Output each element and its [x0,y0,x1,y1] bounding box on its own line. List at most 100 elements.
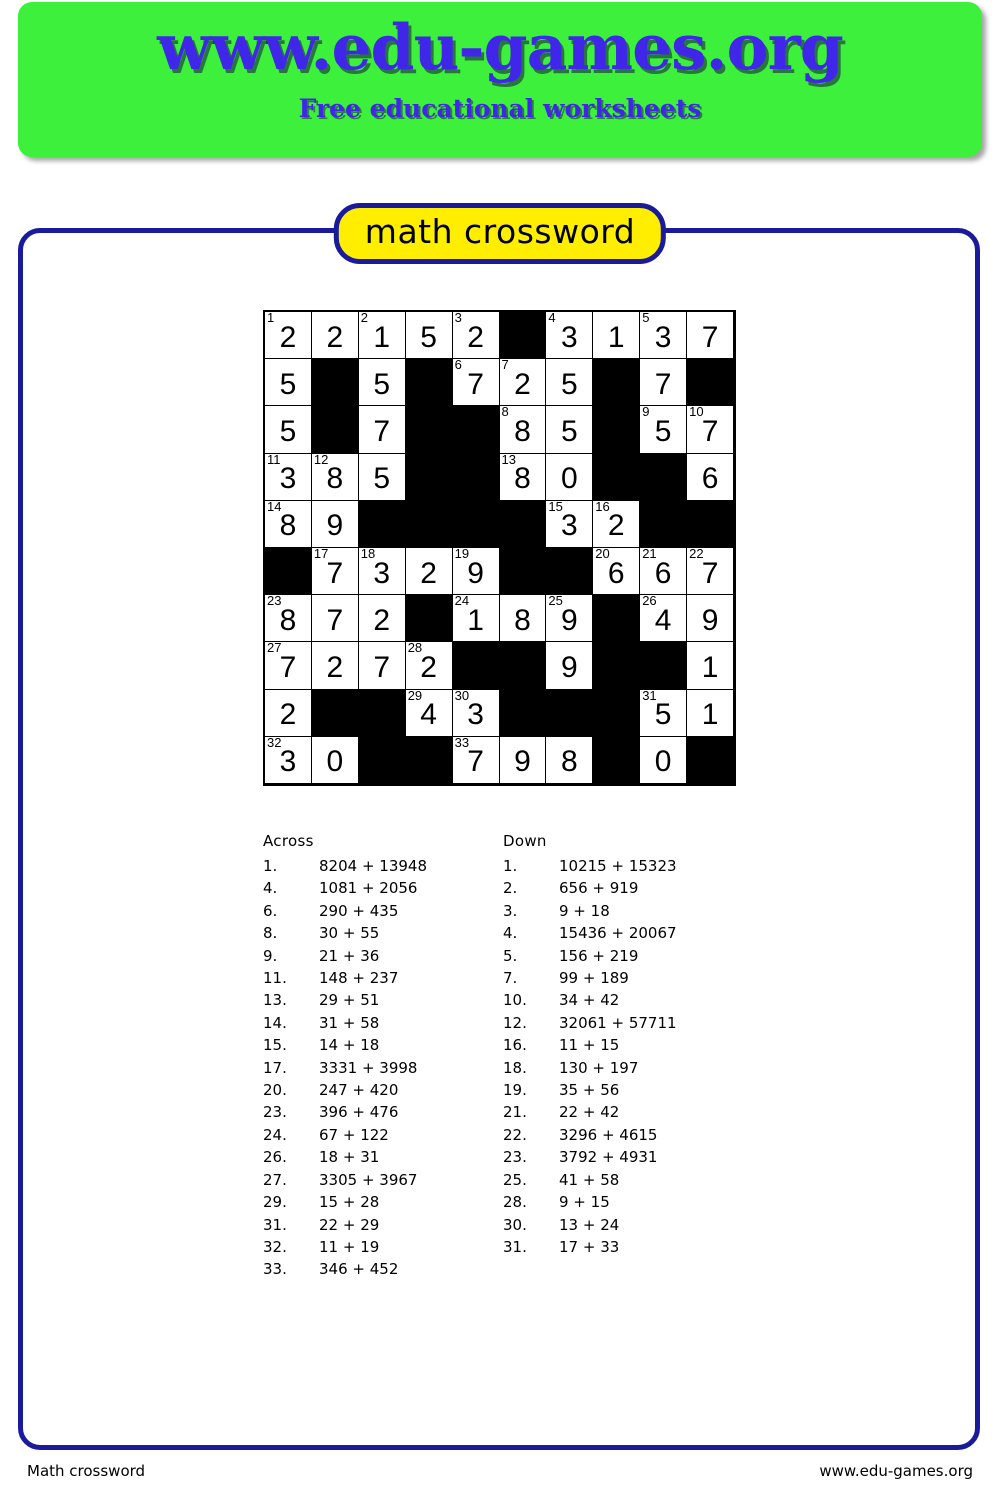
grid-cell[interactable]: 32 [452,311,500,360]
grid-cell[interactable]: 88 [499,405,547,454]
grid-cell[interactable]: 5 [358,359,406,407]
grid-cell[interactable]: 2 [358,595,406,643]
grid-cell[interactable]: 7 [687,312,734,360]
cell-value: 7 [326,603,344,637]
grid-cell[interactable]: 8 [546,736,594,784]
clue-number: 15. [263,1036,287,1055]
grid-cell[interactable]: 16 2 [593,499,641,548]
grid-cell[interactable]: 1 [593,312,641,360]
grid-cell[interactable]: 11 3 [265,452,312,501]
grid-cell[interactable]: 5 [265,406,312,454]
grid-cell[interactable]: 7 [358,642,406,690]
grid-cell[interactable]: 5 [358,453,406,501]
down-clues-column: Down 1. 10215 + 15323 2. 656 + 919 3. 9 + 18 4… [503,832,743,1281]
grid-cell[interactable]: 24 1 [452,594,500,643]
grid-cell[interactable]: 7 [358,406,406,454]
grid-cell[interactable]: 10 7 [687,405,734,454]
grid-cell[interactable]: 5 [405,312,453,360]
grid-cell-blocked [405,595,453,643]
grid-cell[interactable]: 6 [687,453,734,501]
cell-value: 8 [561,745,578,779]
grid-cell[interactable]: 0 [640,736,688,784]
grid-cell[interactable]: 9 [546,642,594,690]
grid-cell[interactable]: 19 9 [452,547,500,596]
grid-cell[interactable]: 0 [546,453,594,501]
grid-cell[interactable]: 67 [452,358,500,407]
grid-cell[interactable]: 5 [546,406,594,454]
grid-cell[interactable]: 12 [265,311,312,360]
grid-cell[interactable]: 22 7 [687,547,734,596]
clue-text: 1081 + 2056 [319,879,418,898]
grid-cell-blocked [546,548,594,596]
grid-cell-blocked [593,359,641,407]
cell-value: 1 [701,650,719,684]
grid-cell[interactable]: 33 7 [452,735,500,784]
grid-cell-blocked [452,500,500,548]
grid-cell[interactable]: 0 [311,736,359,784]
grid-cell[interactable]: 21 6 [640,547,688,596]
cell-value: 7 [373,650,391,684]
clue-number: 11. [263,969,287,988]
cell-value: 9 [561,650,578,684]
grid-cell[interactable]: 18 3 [358,547,406,596]
grid-cell-blocked [593,406,641,454]
grid-cell[interactable]: 9 [687,595,734,643]
footer-worksheet-name: Math crossword [27,1462,146,1480]
grid-cell[interactable]: 29 4 [405,688,453,737]
cell-value: 2 [279,698,297,732]
grid-cell[interactable]: 17 7 [311,547,359,596]
site-subtitle: Free educational worksheets [298,94,702,123]
grid-cell[interactable]: 2 [311,312,359,360]
grid-cell[interactable]: 28 2 [405,641,453,690]
grid-cell[interactable]: 12 8 [311,452,359,501]
down-clue-item: 22. 3296 + 4615 [503,1124,743,1146]
grid-cell[interactable]: 23 8 [265,594,312,643]
grid-cell[interactable]: 2 [405,548,453,596]
grid-cell[interactable]: 21 [358,311,406,360]
grid-cell[interactable]: 5 [265,359,312,407]
clue-text: 22 + 42 [559,1103,620,1122]
crossword-grid[interactable]: 1 2 2 2 1 5 3 2 4 3 1 5 3 7 5 5 6 7 7 2 5 7 5 7 8 8 5 9 5 10 7 11 3 12 8 5 1… [263,310,736,786]
cell-value: 8 [326,462,344,496]
grid-cell[interactable]: 7 [311,595,359,643]
down-clue-item: 18. 130 + 197 [503,1057,743,1079]
grid-cell[interactable]: 32 3 [265,735,312,784]
clue-text: 3331 + 3998 [319,1058,418,1077]
grid-cell[interactable]: 2 [311,642,359,690]
clue-number: 8. [263,924,278,943]
grid-cell[interactable]: 53 [640,311,688,360]
grid-cell[interactable]: 5 [546,359,594,407]
grid-cell[interactable]: 8 [499,595,547,643]
grid-cell[interactable]: 13 8 [499,452,547,501]
grid-cell[interactable]: 27 7 [265,641,312,690]
grid-cell[interactable]: 1 [687,689,734,737]
grid-cell[interactable]: 2 [265,689,312,737]
grid-cell[interactable]: 14 8 [265,499,312,548]
grid-cell[interactable]: 43 [546,311,594,360]
grid-cell[interactable]: 25 9 [546,594,594,643]
grid-cell[interactable]: 95 [640,405,688,454]
grid-cell[interactable]: 26 4 [640,594,688,643]
grid-cell[interactable]: 31 5 [640,688,688,737]
across-clue-item: 6. 290 + 435 [263,900,503,922]
grid-cell[interactable]: 9 [499,736,547,784]
grid-cell[interactable]: 9 [311,500,359,548]
grid-cell[interactable]: 30 3 [452,688,500,737]
across-clue-item: 8. 30 + 55 [263,922,503,944]
grid-cell[interactable]: 7 [640,359,688,407]
grid-cell[interactable]: 15 3 [546,499,594,548]
across-clue-item: 4. 1081 + 2056 [263,877,503,899]
clue-number: 23. [503,1148,527,1167]
clue-text: 396 + 476 [319,1103,399,1122]
grid-cell-blocked [687,500,734,548]
cell-value: 0 [326,745,344,779]
grid-cell[interactable]: 20 6 [593,547,641,596]
clue-number: 27. [263,1170,287,1189]
clue-number: 19. [503,1081,527,1100]
clue-number: 23. [263,1103,287,1122]
grid-cell-blocked [405,359,453,407]
grid-cell[interactable]: 72 [499,358,547,407]
clue-number: 33. [263,1260,287,1279]
grid-cell[interactable]: 1 [687,642,734,690]
clue-text: 656 + 919 [559,879,639,898]
